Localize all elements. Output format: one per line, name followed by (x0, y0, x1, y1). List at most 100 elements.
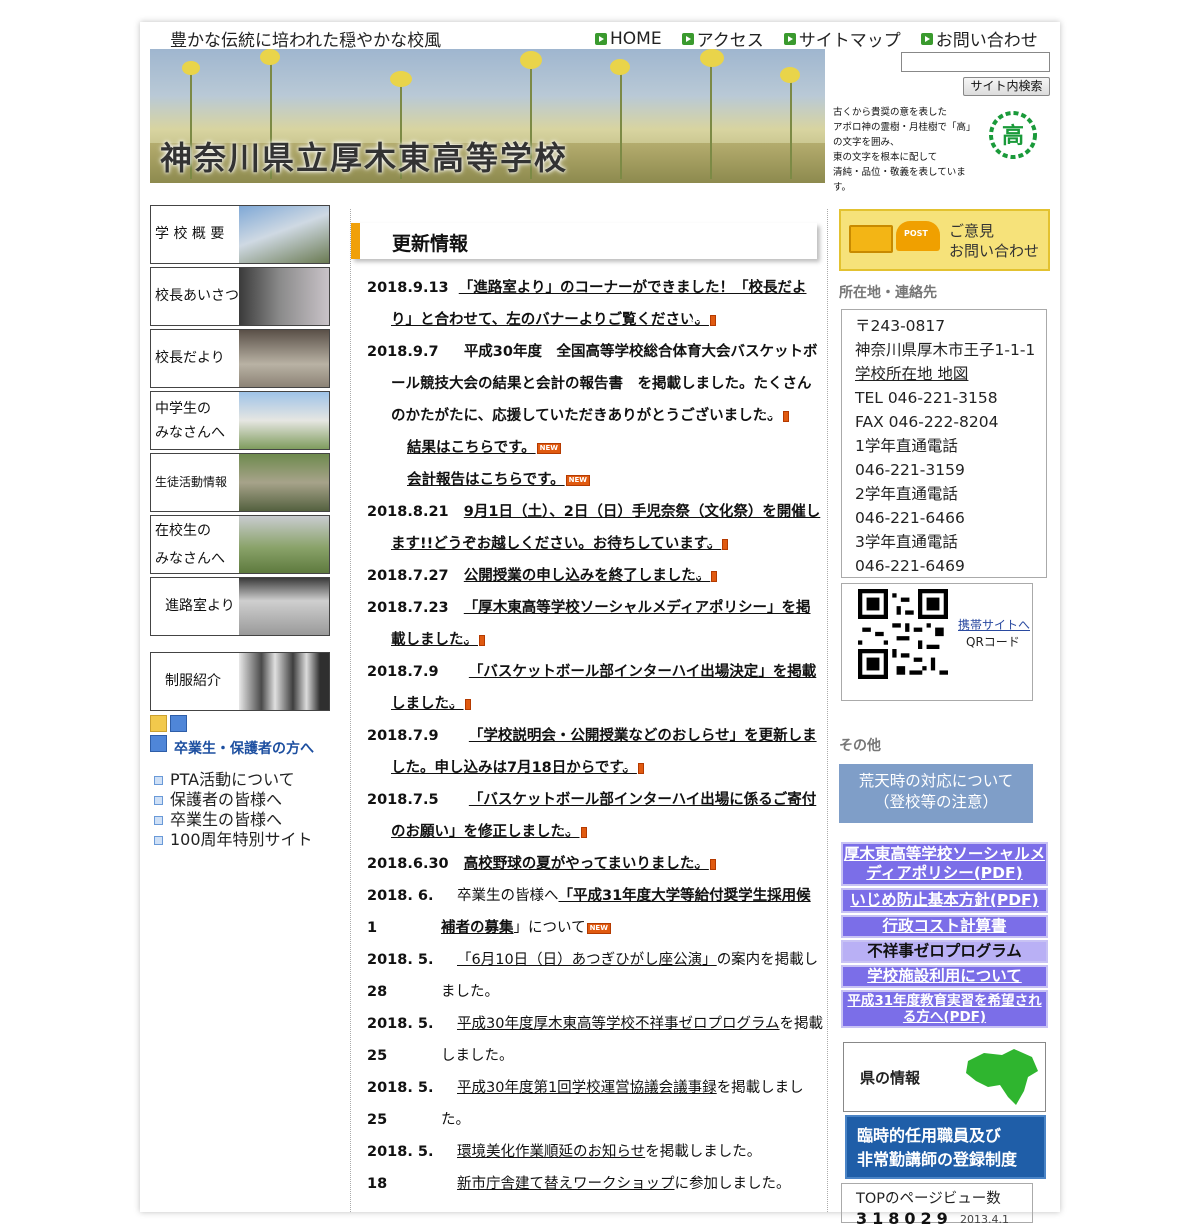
news-link[interactable]: 結果はこちらです。 (407, 440, 536, 456)
new-badge: NEW (701, 538, 729, 550)
banner-student-activities[interactable]: 生徒活動情報 (150, 453, 330, 512)
career-office-sign-photo (239, 578, 329, 635)
map-link[interactable]: 学校所在地 地図 (855, 362, 1046, 386)
arrow-icon (783, 32, 796, 45)
new-badge: NEW (762, 410, 789, 422)
news-item: 2018.6.30 高校野球の夏がやってまいりました。NEW (351, 848, 829, 880)
news-item: 2018. 5. 25 平成30年度第1回学校運営協議会議事録を掲載しました。 (367, 1080, 804, 1128)
news-item: 結果はこちらです。 NEW (351, 432, 829, 464)
arrow-icon (595, 32, 607, 45)
news-link[interactable]: 「6月10日（日）あつぎひがし座公演」 (441, 952, 717, 968)
nav-contact[interactable]: お問い合わせ (920, 26, 1038, 51)
school-gate-photo (239, 392, 329, 449)
news-item: 2018. 5. 18 環境美化作業順延のお知らせを掲載しました。 新市庁舎建て… (367, 1144, 791, 1192)
new-badge: NEW (536, 442, 561, 454)
banner-uniform[interactable]: 制服紹介 (150, 652, 330, 711)
news-link[interactable]: 「進路室より」のコーナーができました！「校長だより」と合わせて、左のバナーよりご… (391, 280, 806, 328)
tagline: 豊かな伝統に培われた穏やかな校風 (170, 31, 442, 51)
alumni-links: PTA活動について 保護者の皆様へ 卒業生の皆様へ 100周年特別サイト (154, 770, 313, 850)
bullet-icon (154, 835, 163, 845)
news-link[interactable]: 「厚木東高等学校ソーシャルメディアポリシー」を掲載しました。 (391, 600, 811, 648)
pageview-counter: 318029 (856, 1209, 953, 1228)
news-link[interactable]: 高校野球の夏がやってまいりました。 (464, 856, 709, 872)
school-building-photo (239, 206, 329, 263)
pageview-since: 2013.4.1 (960, 1213, 1009, 1226)
banner-principal-greeting[interactable]: 校長あいさつ (150, 267, 330, 326)
left-nav: 学 校 概 要 校長あいさつ 校長だより 中学生の みなさんへ 生徒活動情報 在… (150, 205, 330, 714)
mobile-site-link[interactable]: 携帯サイトへ (958, 616, 1030, 633)
prefecture-info-banner[interactable]: 県の情報 (843, 1042, 1046, 1112)
link-zero-misconduct[interactable]: 不祥事ゼロプログラム (841, 940, 1048, 963)
news-header: 更新情報 (351, 223, 817, 259)
opinion-contact-banner[interactable]: POST ご意見 お問い合わせ (839, 209, 1050, 271)
banner-junior-high[interactable]: 中学生の みなさんへ (150, 391, 330, 450)
school-name: 神奈川県立厚木東高等学校 (160, 139, 569, 177)
uniform-photo (239, 653, 329, 710)
news-item: 2018.9.7 平成30年度 全国高等学校総合体育大会バスケットボール競技大会… (367, 344, 818, 424)
banner-career-office[interactable]: 進路室より (150, 577, 330, 636)
link-pta[interactable]: PTA活動について (154, 770, 313, 790)
banner-current-students[interactable]: 在校生の みなさんへ (150, 515, 330, 574)
school-garden-photo (239, 516, 329, 573)
news-item: 会計報告はこちらです。 NEW (351, 464, 829, 496)
site-search-button[interactable]: サイト内検索 (963, 77, 1050, 96)
link-admin-cost[interactable]: 行政コスト計算書 (841, 915, 1048, 938)
news-link[interactable]: 平成30年度厚木東高等学校不祥事ゼロプログラム (441, 1016, 780, 1032)
news-link[interactable]: 会計報告はこちらです。 (407, 472, 565, 488)
new-badge: NEW (444, 698, 471, 710)
link-social-media-policy[interactable]: 厚木東高等学校ソーシャルメディアポリシー(PDF) (841, 842, 1048, 886)
news-link[interactable]: 「学校説明会・公開授業などのおしらせ」を更新しました。申し込みは7月18日からで… (391, 728, 817, 776)
new-badge: NEW (565, 474, 590, 486)
new-badge: NEW (689, 858, 716, 870)
link-teaching-practice[interactable]: 平成31年度教育実習を希望される方へ(PDF) (841, 990, 1048, 1028)
news-link[interactable]: 公開授業の申し込みを終了しました。 (464, 568, 711, 584)
news-item: 2018.7.5 「バスケットボール部インターハイ出場に係るご寄付のお願い」を修… (367, 792, 817, 840)
school-emblem-icon: 高 (989, 111, 1037, 159)
arrow-icon (681, 32, 694, 45)
news-item: 2018.7.23 「厚木東高等学校ソーシャルメディアポリシー」を掲載しました。… (367, 600, 811, 648)
banner-principal-letter[interactable]: 校長だより (150, 329, 330, 388)
envelope-icon (849, 225, 893, 253)
news-link[interactable]: 9月1日（土）、2日（日）手児奈祭（文化祭）を開催します!!どうぞお越しください… (391, 504, 820, 552)
weather-notice-button[interactable]: 荒天時の対応について （登校等の注意） (839, 764, 1033, 823)
news-item: 2018. 5. 25 平成30年度厚木東高等学校不祥事ゼロプログラムを掲載しま… (367, 1016, 824, 1064)
news-link[interactable]: 「バスケットボール部インターハイ出場に係るご寄付のお願い」を修正しました。 (391, 792, 816, 840)
link-graduates[interactable]: 卒業生の皆様へ (154, 810, 313, 830)
nav-home[interactable]: HOME (595, 26, 662, 51)
news-link[interactable]: 新市庁舎建て替えワークショップ (457, 1176, 675, 1192)
new-badge: NEW (689, 314, 716, 326)
info-links: 厚木東高等学校ソーシャルメディアポリシー(PDF) いじめ防止基本方針(PDF)… (841, 842, 1048, 1030)
news-column: 更新情報 2018.9.13 「進路室より」のコーナーができました！「校長だより… (350, 209, 828, 1212)
new-badge: NEW (560, 826, 587, 838)
news-item: 2018.7.9 「バスケットボール部インターハイ出場決定」を掲載しました。NE… (367, 664, 817, 712)
news-link[interactable]: 環境美化作業順延のお知らせ (457, 1144, 645, 1160)
banner-school-overview[interactable]: 学 校 概 要 (150, 205, 330, 264)
news-item: 2018. 6. 1 卒業生の皆様へ「平成31年度大学等給付奨学生採用候補者の募… (367, 888, 811, 936)
search-input[interactable] (901, 52, 1050, 72)
new-badge: NEW (586, 922, 611, 934)
link-facility-use[interactable]: 学校施設利用について (841, 965, 1048, 988)
arrow-icon (920, 32, 933, 45)
news-link[interactable]: 平成30年度第1回学校運営協議会議事録 (441, 1080, 717, 1096)
link-bullying-policy[interactable]: いじめ防止基本方針(PDF) (841, 888, 1048, 913)
new-badge: NEW (690, 570, 718, 582)
other-heading: その他 (839, 738, 881, 754)
new-badge: NEW (458, 634, 485, 646)
kanagawa-map-icon (966, 1049, 1038, 1105)
qr-box: 携帯サイトへ QRコード (841, 583, 1033, 701)
recruit-banner[interactable]: 臨時的任用職員及び 非常勤講師の登録制度 (845, 1115, 1046, 1179)
qr-label: QRコード (966, 635, 1020, 649)
pageview-box: TOPのページビュー数 318029 2013.4.1 (841, 1183, 1033, 1228)
address-heading: 所在地・連絡先 (839, 285, 937, 301)
new-badge: NEW (617, 762, 644, 774)
nav-sitemap[interactable]: サイトマップ (783, 26, 901, 51)
news-list: 2018.9.13 「進路室より」のコーナーができました！「校長だより」と合わせ… (351, 272, 829, 1200)
principal-photo (239, 268, 329, 325)
link-centennial[interactable]: 100周年特別サイト (154, 830, 313, 850)
page: 豊かな伝統に培われた穏やかな校風 HOME アクセス サイトマップ お問い合わせ… (140, 22, 1060, 1228)
top-nav: HOME アクセス サイトマップ お問い合わせ (595, 26, 1038, 51)
news-item: 2018.7.9 「学校説明会・公開授業などのおしらせ」を更新しました。申し込み… (367, 728, 817, 776)
nav-access[interactable]: アクセス (681, 26, 764, 51)
link-guardians[interactable]: 保護者の皆様へ (154, 790, 313, 810)
qr-code-icon (858, 589, 948, 679)
